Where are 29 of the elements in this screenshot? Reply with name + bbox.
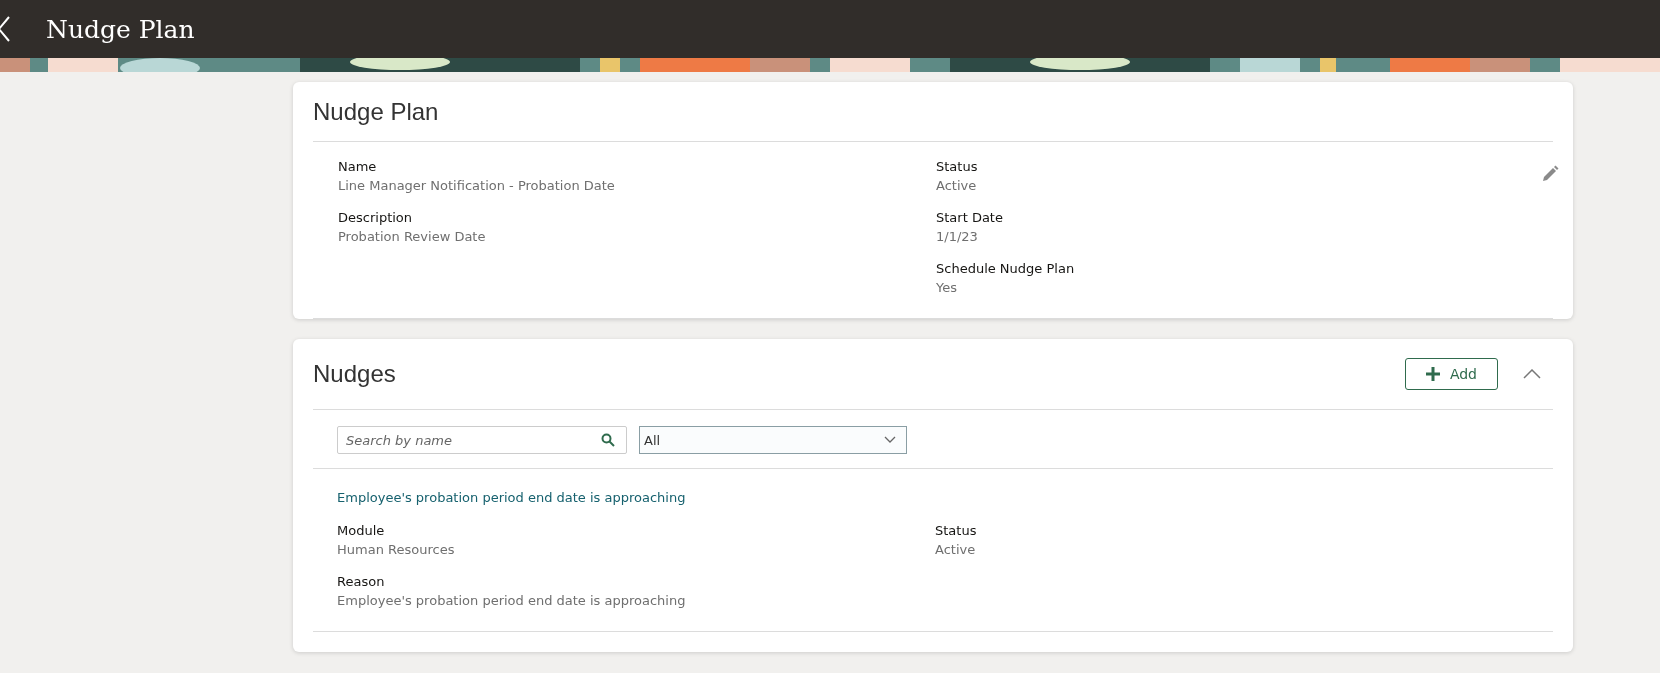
page-title: Nudge Plan [46,14,195,44]
field-label: Status [935,522,978,540]
field-value: 1/1/23 [936,228,979,246]
field-value: Line Manager Notification - Probation Date [338,177,616,195]
nudge-link[interactable]: Employee's probation period end date is approaching [337,490,686,505]
field-label: Reason [337,573,386,591]
field-label: Name [338,158,378,176]
field-value: Probation Review Date [338,228,487,246]
chevron-icon[interactable] [1523,369,1541,379]
field-label: Schedule Nudge Plan [936,260,1076,278]
back-icon[interactable] [0,16,10,42]
field-value: Human Resources [337,541,456,559]
search-field[interactable]: Search by name [337,426,627,454]
add-button[interactable]: Add [1404,358,1498,390]
field-label: Start Date [936,209,1004,227]
edit-icon[interactable] [1541,165,1559,183]
field-label: Description [338,209,414,227]
field-label: Module [337,522,386,540]
chevron-down-icon [884,436,896,444]
filter-dropdown[interactable]: All [639,426,907,454]
field-value: Active [936,177,978,195]
field-value: Active [935,541,977,559]
field-value: Employee's probation period end date is approaching [337,592,687,610]
field-label: Status [936,158,979,176]
card-title: Nudges [313,360,396,388]
plus-icon [1425,367,1440,381]
field-value: Yes [936,279,958,297]
search-icon [601,433,615,447]
card-title: Nudge Plan [313,97,439,126]
